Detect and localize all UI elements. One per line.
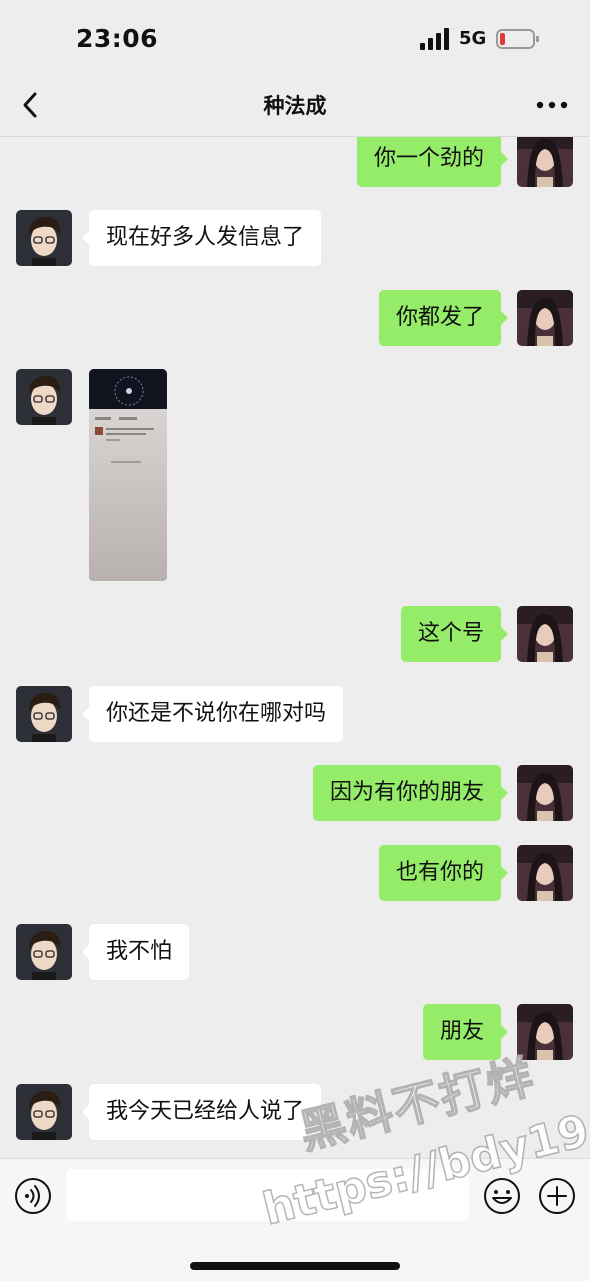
message-bubble[interactable]: 你一个劲的 [356, 131, 509, 187]
contact-avatar-self[interactable] [517, 131, 573, 187]
contact-avatar[interactable] [16, 686, 72, 742]
nav-bar: 种法成 [0, 74, 590, 137]
contact-avatar-self[interactable] [517, 845, 573, 901]
message-bubble[interactable]: 现在好多人发信息了 [81, 210, 322, 266]
home-indicator [190, 1262, 400, 1270]
emoji-icon[interactable] [482, 1176, 522, 1216]
chat-area[interactable]: 你一个劲的 现在好多人发信息了 你都发了 这个号 你还是不说你在哪对吗 因为有你… [0, 0, 590, 1160]
contact-avatar[interactable] [16, 1084, 72, 1140]
message-bubble[interactable]: 因为有你的朋友 [312, 765, 509, 821]
contact-avatar[interactable] [16, 924, 72, 980]
contact-avatar-self[interactable] [517, 290, 573, 346]
contact-avatar-self[interactable] [517, 606, 573, 662]
voice-icon[interactable] [14, 1177, 52, 1215]
message-bubble[interactable]: 我今天已经给人说了 [81, 1084, 322, 1140]
message-bubble[interactable]: 我不怕 [81, 924, 190, 980]
contact-avatar[interactable] [16, 369, 72, 425]
more-dots-icon[interactable] [532, 92, 572, 118]
contact-avatar-self[interactable] [517, 765, 573, 821]
message-bubble[interactable]: 你都发了 [378, 290, 509, 346]
plus-icon[interactable] [537, 1176, 577, 1216]
message-bubble[interactable]: 你还是不说你在哪对吗 [81, 686, 344, 742]
message-bubble[interactable]: 这个号 [400, 606, 509, 662]
contact-avatar[interactable] [16, 210, 72, 266]
image-message[interactable] [89, 369, 167, 581]
message-bubble[interactable]: 也有你的 [378, 845, 509, 901]
chat-title: 种法成 [263, 94, 327, 118]
